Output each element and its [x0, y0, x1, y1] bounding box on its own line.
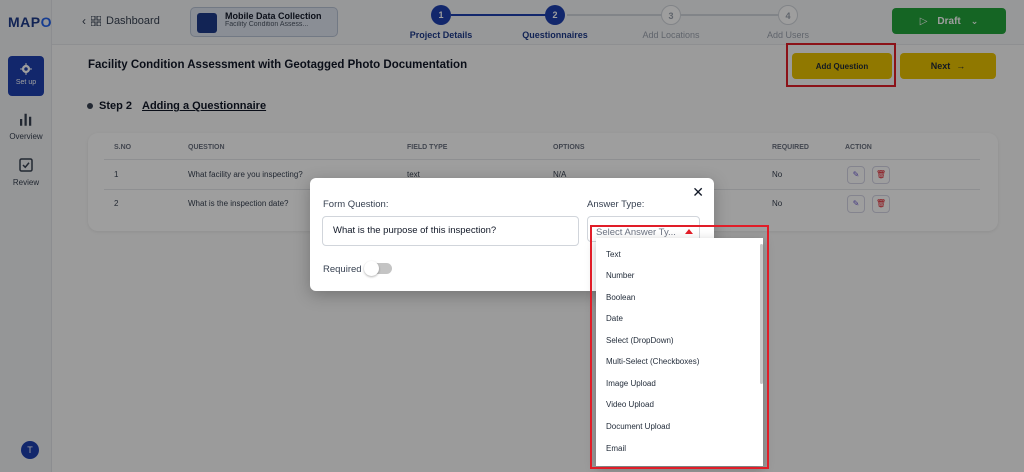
form-question-input[interactable]: What is the purpose of this inspection?	[322, 216, 579, 246]
highlight-box	[590, 225, 769, 469]
toggle-knob	[364, 261, 379, 276]
required-label: Required	[323, 264, 362, 275]
form-question-label: Form Question:	[323, 199, 389, 210]
answer-type-label: Answer Type:	[587, 199, 645, 210]
required-toggle[interactable]	[364, 261, 392, 276]
close-icon[interactable]: ✕	[692, 184, 704, 201]
